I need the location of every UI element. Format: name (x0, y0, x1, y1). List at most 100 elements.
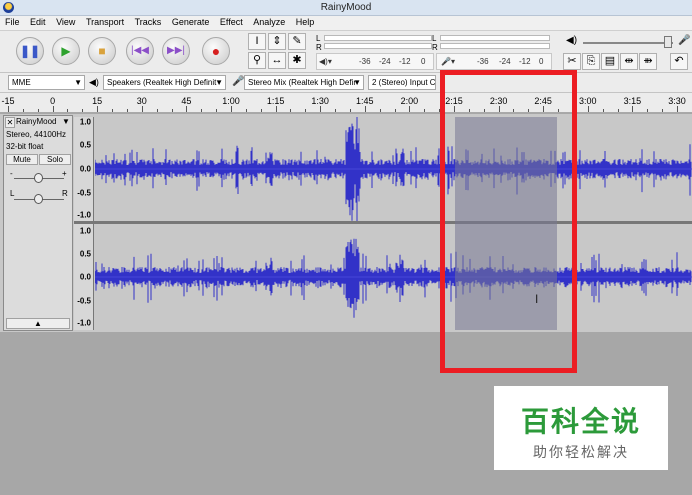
magnifier-icon: ⚲ (252, 54, 262, 66)
ruler-label: 3:15 (623, 96, 642, 106)
play-scale-12: -12 (519, 57, 531, 66)
menu-help[interactable]: Help (291, 16, 318, 27)
toolbar: ❚❚ ▶ ■ |◀◀ ▶▶| ● I ⇕ ✎ ⚲ ↔ ✱ L R L R ◀)▾… (0, 31, 692, 73)
ruler-tick (245, 109, 247, 112)
ruler-tick (126, 109, 128, 112)
ruler-label: 1:30 (311, 96, 329, 106)
asterisk-icon: ✱ (292, 54, 302, 66)
ruler-tick (67, 109, 69, 112)
play-meter-scale[interactable]: 🎤▾ -36 -24 -12 0 (436, 53, 552, 70)
pan-slider-thumb[interactable] (34, 194, 43, 204)
scale-label: 0.5 (79, 140, 91, 150)
selection-tool-button[interactable]: I (248, 33, 266, 50)
track-menu-icon[interactable]: ▼ (62, 117, 70, 126)
ruler-label: -15 (1, 96, 15, 106)
timeline-ruler[interactable]: -15 0 15 30 45 1:00 1:15 1:30 1:45 2:00 2:15 2:30 2:… (0, 93, 692, 113)
audio-host-select[interactable]: MME ▼ (8, 75, 85, 90)
title-bar: RainyMood (0, 0, 692, 16)
record-button[interactable]: ● (202, 37, 230, 65)
ruler-tick (617, 109, 619, 112)
output-device-select[interactable]: Speakers (Realtek High Definit ▼ (103, 75, 226, 90)
menu-generate[interactable]: Generate (167, 16, 213, 27)
output-volume-slider[interactable] (583, 42, 673, 44)
menu-effect[interactable]: Effect (215, 16, 246, 27)
ruler-tick (647, 109, 649, 112)
stop-button[interactable]: ■ (88, 37, 116, 65)
scale-label: -1.0 (77, 210, 91, 220)
record-icon: ● (211, 43, 221, 59)
copy-button[interactable]: ⎘ (582, 53, 600, 70)
ruler-tick (171, 109, 173, 112)
play-button[interactable]: ▶ (52, 37, 80, 65)
record-scale-0: 0 (421, 57, 426, 66)
pause-button[interactable]: ❚❚ (16, 37, 44, 65)
play-scale-0: 0 (539, 57, 544, 66)
track-control-panel: ✕ RainyMood ▼ Stereo, 44100Hz 32-bit flo… (3, 115, 73, 331)
ruler-tick (156, 109, 158, 112)
record-meter-left[interactable] (324, 35, 432, 41)
output-device-value: Speakers (Realtek High Definit (107, 78, 217, 87)
ruler-tick (141, 106, 143, 112)
scale-label: 0.0 (79, 164, 91, 174)
waveform-path (95, 238, 692, 318)
menu-analyze[interactable]: Analyze (248, 16, 288, 27)
multi-tool-button[interactable]: ✱ (288, 52, 306, 69)
menu-view[interactable]: View (51, 16, 78, 27)
pan-right-label: R (62, 189, 68, 198)
paste-button[interactable]: ▤ (601, 53, 619, 70)
ruler-tick (37, 109, 39, 112)
undo-icon: ↶ (674, 55, 684, 67)
undo-button[interactable]: ↶ (670, 53, 688, 70)
gain-minus-label: - (10, 169, 13, 178)
ruler-label: 45 (181, 96, 192, 106)
skip-to-end-button[interactable]: ▶▶| (162, 37, 190, 65)
zoom-tool-button[interactable]: ⚲ (248, 52, 266, 69)
menu-edit[interactable]: Edit (25, 16, 49, 27)
scale-label: -1.0 (77, 318, 91, 328)
record-scale-24: -24 (379, 57, 391, 66)
silence-button[interactable]: ⇻ (639, 53, 657, 70)
record-meter-scale[interactable]: ◀)▾ -36 -24 -12 0 (316, 53, 434, 70)
ruler-label: 1:45 (356, 96, 374, 106)
speaker-icon: ◀) (566, 35, 578, 46)
waveform-right-channel[interactable] (95, 224, 692, 330)
menu-file[interactable]: File (0, 16, 23, 27)
ruler-tick (290, 109, 292, 112)
ruler-tick (677, 106, 678, 112)
play-meter-right-label: R (432, 43, 438, 52)
trim-icon: ⇹ (624, 55, 634, 67)
skip-to-start-button[interactable]: |◀◀ (126, 37, 154, 65)
track-close-button[interactable]: ✕ (5, 117, 15, 128)
cut-button[interactable]: ✂ (563, 53, 581, 70)
ruler-tick (275, 106, 277, 112)
stop-icon: ■ (98, 44, 106, 58)
record-meter-right[interactable] (324, 43, 432, 49)
track-name[interactable]: RainyMood (16, 117, 56, 126)
vertical-scale-bottom: 1.0 0.5 0.0 -0.5 -1.0 (74, 224, 94, 330)
solo-button[interactable]: Solo (39, 154, 71, 165)
collapse-track-button[interactable]: ▲ (6, 318, 70, 329)
play-icon: ▶ (61, 44, 71, 58)
gain-plus-label: + (62, 169, 67, 178)
ruler-label: 15 (92, 96, 103, 106)
envelope-tool-button[interactable]: ⇕ (268, 33, 286, 50)
scale-label: 0.5 (79, 249, 91, 259)
play-meter-right[interactable] (440, 43, 550, 49)
input-device-select[interactable]: Stereo Mix (Realtek High Defir ▼ (244, 75, 364, 90)
draw-tool-button[interactable]: ✎ (288, 33, 306, 50)
ruler-tick (349, 109, 351, 112)
ruler-tick (305, 109, 307, 112)
ruler-tick (201, 109, 203, 112)
microphone-meter-icon: 🎤▾ (441, 57, 455, 66)
ruler-tick (22, 109, 24, 112)
time-shift-tool-button[interactable]: ↔ (268, 52, 286, 69)
output-volume-thumb[interactable] (664, 36, 672, 48)
input-channels-select[interactable]: 2 (Stereo) Input C (368, 75, 436, 90)
gain-slider-thumb[interactable] (34, 173, 43, 183)
waveform-left-channel[interactable] (95, 117, 692, 221)
trim-button[interactable]: ⇹ (620, 53, 638, 70)
play-meter-left[interactable] (440, 35, 550, 41)
menu-tracks[interactable]: Tracks (130, 16, 165, 27)
mute-button[interactable]: Mute (6, 154, 38, 165)
menu-transport[interactable]: Transport (81, 16, 127, 27)
